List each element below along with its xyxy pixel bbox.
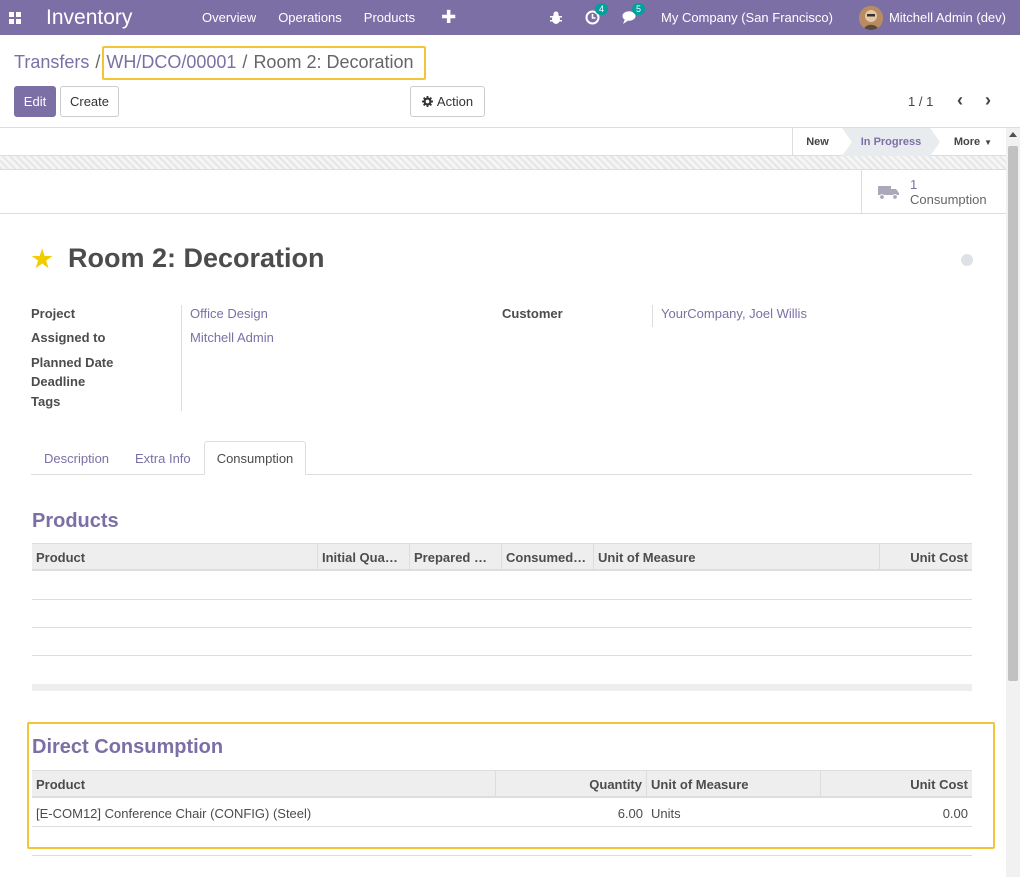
products-table-header: Product Initial Quan… Prepared Q… Consum… [32,543,972,571]
tab-extra-info[interactable]: Extra Info [135,441,191,475]
table-row [32,656,972,684]
menu-products[interactable]: Products [364,10,415,25]
favorite-star-icon[interactable]: ★ [30,246,54,273]
stage-new[interactable]: New [792,128,842,156]
activity-clock-icon[interactable]: 4 [585,3,609,25]
col-unit-cost[interactable]: Unit Cost [821,771,972,797]
menu-operations[interactable]: Operations [278,10,342,25]
breadcrumb: Transfers / WH/DCO/00001 / Room 2: Decor… [14,52,414,73]
project-label: Project [31,306,76,321]
vertical-scrollbar[interactable] [1006,128,1020,877]
consumption-smart-button[interactable]: 1 Consumption [861,170,1006,214]
cell-unit-cost: 0.00 [942,805,968,821]
field-divider [181,305,182,411]
table-row [32,628,972,656]
col-initial-quantity[interactable]: Initial Quan… [318,544,410,570]
stage-in-progress[interactable]: In Progress [842,128,940,156]
truck-icon [878,186,899,200]
table-row [32,572,972,600]
apps-menu-icon[interactable] [0,0,30,35]
assigned-to-field[interactable]: Mitchell Admin [190,330,274,345]
edit-button[interactable]: Edit [14,86,56,117]
consumption-label: Consumption [910,192,987,207]
action-label: Action [436,94,474,109]
message-count-badge: 5 [632,3,646,15]
customer-label: Customer [502,306,563,321]
smart-button-box: 1 Consumption [0,170,1006,214]
app-name[interactable]: Inventory [46,6,202,30]
col-consumed-quantity[interactable]: Consumed … [502,544,594,570]
customer-field[interactable]: YourCompany, Joel Willis [661,306,807,321]
direct-consumption-table-header: Product Quantity Unit of Measure Unit Co… [32,770,972,798]
planned-date-label: Planned Date [31,355,114,370]
quick-create-plus-icon[interactable]: ✚ [441,7,456,28]
sheet-background-strip [0,156,1006,170]
col-unit-of-measure[interactable]: Unit of Measure [647,771,821,797]
direct-consumption-section-title: Direct Consumption [32,736,224,758]
cell-quantity: 6.00 [617,805,643,821]
tags-label: Tags [31,394,61,409]
caret-down-icon: ▼ [984,137,993,147]
col-unit-of-measure[interactable]: Unit of Measure [594,544,880,570]
products-table-footer [32,684,972,691]
cell-product: [E-COM12] Conference Chair (CONFIG) (Ste… [36,805,312,821]
consumption-count: 1 [910,177,918,192]
stage-more-label: More [953,136,981,148]
user-menu[interactable]: Mitchell Admin (dev) [889,10,1006,25]
col-product[interactable]: Product [32,544,318,570]
project-field[interactable]: Office Design [190,306,268,321]
bug-icon[interactable] [549,11,563,25]
notebook-tabs: Description Extra Info Consumption [31,441,972,475]
col-product[interactable]: Product [32,771,496,797]
table-row [32,600,972,628]
breadcrumb-separator: / [95,52,101,72]
create-button[interactable]: Create [60,86,119,117]
top-navbar: Inventory Overview Operations Products ✚… [0,0,1020,35]
activity-count-badge: 4 [595,3,609,15]
statusbar: New In Progress More ▼ [0,128,1006,156]
pager-value[interactable]: 1 / 1 [908,94,933,109]
col-quantity[interactable]: Quantity [496,771,647,797]
products-section-title: Products [32,510,119,532]
action-button[interactable]: Action [410,86,485,117]
gear-icon [421,96,433,107]
messages-chat-icon[interactable]: 5 [622,3,646,25]
company-switcher[interactable]: My Company (San Francisco) [661,10,833,25]
col-prepared-quantity[interactable]: Prepared Q… [410,544,502,570]
breadcrumb-current: Room 2: Decoration [253,52,414,72]
table-row[interactable]: [E-COM12] Conference Chair (CONFIG) (Ste… [32,799,972,827]
record-title: Room 2: Decoration [68,243,325,273]
assigned-to-label: Assigned to [31,330,106,345]
pager-next-icon[interactable]: › [985,90,991,111]
kanban-state-dot[interactable] [961,254,973,266]
field-divider [652,305,653,327]
pager-previous-icon[interactable]: ‹ [957,90,963,111]
deadline-label: Deadline [31,374,86,389]
user-avatar[interactable] [858,5,883,30]
scroll-up-arrow-icon[interactable] [1009,132,1017,137]
stage-more-dropdown[interactable]: More ▼ [940,128,1006,156]
tab-description[interactable]: Description [44,441,109,475]
breadcrumb-parent-transfer[interactable]: WH/DCO/00001 [106,52,236,73]
scrollbar-thumb[interactable] [1008,146,1018,681]
table-row [32,828,972,856]
breadcrumb-separator: / [242,52,248,72]
cell-unit-of-measure: Units [651,805,681,821]
menu-overview[interactable]: Overview [202,10,256,25]
col-unit-cost[interactable]: Unit Cost [880,544,972,570]
tab-consumption[interactable]: Consumption [204,441,306,475]
breadcrumb-transfers[interactable]: Transfers [14,52,89,73]
